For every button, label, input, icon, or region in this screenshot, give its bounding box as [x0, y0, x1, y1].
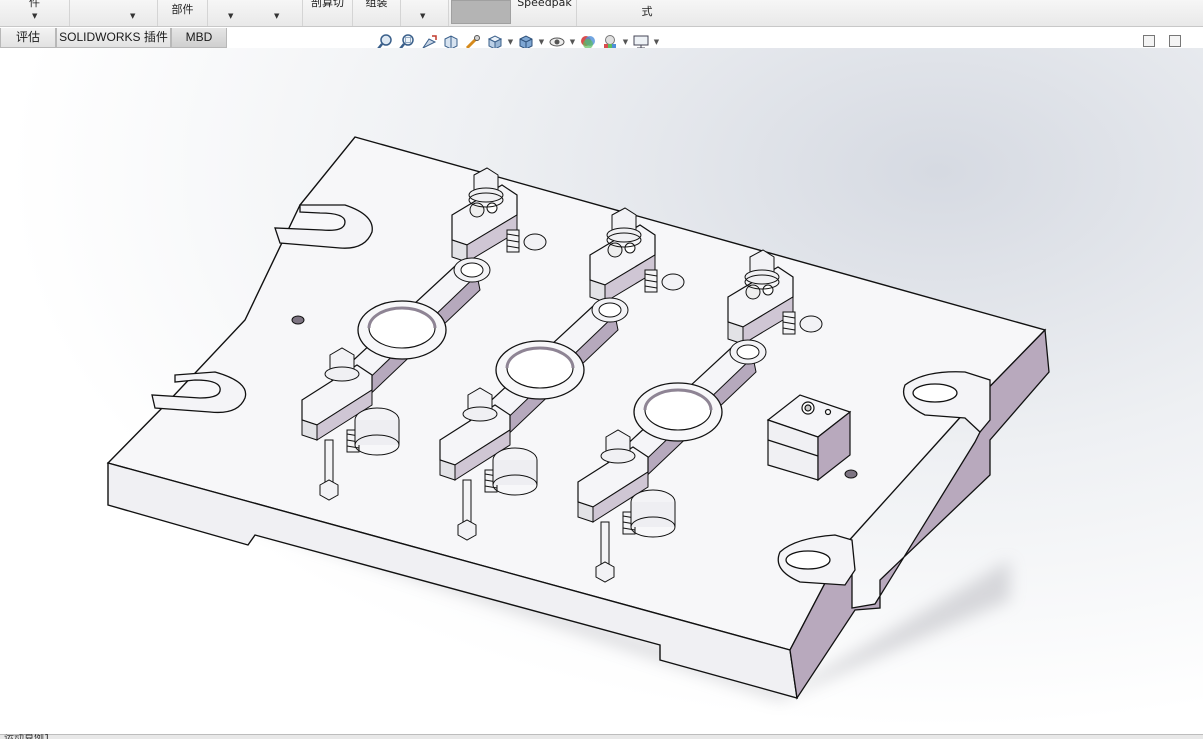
ribbon-item-1[interactable]: 件 ▼ — [0, 0, 70, 26]
locating-hole — [844, 469, 858, 479]
locating-hole — [291, 315, 305, 325]
ribbon-item-label: Speedpak — [517, 0, 572, 9]
ribbon-item-5[interactable]: 剖算切 — [303, 0, 353, 26]
fixture-model[interactable] — [0, 48, 1203, 734]
expand-icon[interactable] — [1169, 35, 1181, 47]
chevron-down-icon[interactable]: ▼ — [621, 38, 630, 46]
ribbon-item-label: 件 — [29, 0, 40, 9]
ribbon-item-9[interactable]: 式 — [577, 0, 717, 26]
tab-solidworks-addins[interactable]: SOLIDWORKS 插件 — [56, 28, 171, 48]
chevron-down-icon[interactable]: ▼ — [506, 38, 515, 46]
ribbon-item-2[interactable]: ▼ — [70, 0, 158, 26]
chevron-down-icon[interactable]: ▼ — [32, 11, 37, 22]
chevron-down-icon[interactable]: ▼ — [130, 11, 135, 22]
tab-mbd[interactable]: MBD — [171, 28, 227, 48]
ribbon-item-label: 式 — [641, 5, 653, 18]
ribbon-item-7[interactable]: ▼ — [401, 0, 449, 26]
chevron-down-icon[interactable]: ▼ — [228, 11, 233, 22]
restore-icon[interactable] — [1143, 35, 1155, 47]
chevron-down-icon[interactable]: ▼ — [274, 11, 279, 22]
ribbon-item-4[interactable]: ▼ ▼ — [208, 0, 303, 26]
chevron-down-icon[interactable]: ▼ — [652, 38, 661, 46]
motion-study-tab[interactable]: 运动算例1 — [4, 734, 50, 739]
chevron-down-icon[interactable]: ▼ — [568, 38, 577, 46]
chevron-down-icon[interactable]: ▼ — [537, 38, 546, 46]
ribbon-selected-button[interactable] — [451, 0, 511, 24]
command-manager-tabs: 评估 SOLIDWORKS 插件 MBD — [0, 28, 227, 48]
ribbon-item-speedpak[interactable]: Speedpak — [513, 0, 577, 26]
ribbon-item-6[interactable]: 组装 — [353, 0, 401, 26]
command-manager-ribbon: 件 ▼ ▼ 部件 ▼ ▼ 剖算切 组装 ▼ Speedpak 式 — [0, 0, 1203, 27]
tab-evaluate[interactable]: 评估 — [0, 28, 56, 48]
ribbon-item-label: 部件 — [171, 3, 194, 16]
ribbon-item-3[interactable]: 部件 — [158, 0, 208, 26]
ribbon-item-label: 组装 — [365, 0, 388, 9]
chevron-down-icon[interactable]: ▼ — [420, 11, 425, 22]
ribbon-item-label: 剖算切 — [311, 0, 344, 9]
status-bar — [0, 734, 1203, 739]
graphics-area[interactable] — [0, 48, 1203, 734]
